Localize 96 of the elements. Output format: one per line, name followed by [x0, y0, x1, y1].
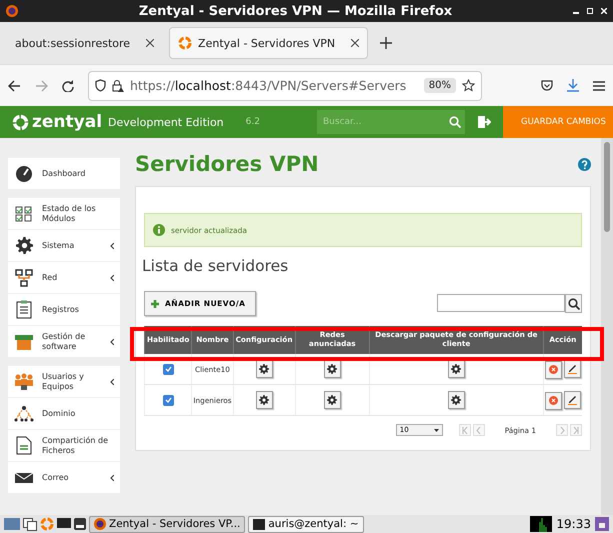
star-icon[interactable] [462, 79, 475, 92]
search-icon [449, 116, 461, 128]
drive-icon[interactable] [74, 518, 86, 530]
last-page-icon [573, 426, 579, 434]
lock-warning-icon [112, 79, 124, 92]
sidebar-item[interactable]: Red [8, 262, 120, 293]
settings-button[interactable] [324, 360, 341, 378]
delete-button[interactable] [544, 360, 562, 378]
users-icon [14, 372, 34, 390]
shield-icon [95, 79, 106, 92]
close-icon[interactable] [351, 39, 360, 47]
gauge-icon [15, 164, 33, 182]
ring-logo-icon [12, 114, 29, 130]
gear-icon [451, 395, 462, 405]
zoom-level[interactable]: 80% [424, 78, 456, 93]
monitor-icon[interactable] [57, 518, 71, 530]
sidebar-item[interactable]: Dominio [8, 398, 120, 429]
checkbox[interactable] [162, 364, 174, 374]
pencil-icon [566, 363, 578, 374]
delete-icon [548, 365, 558, 374]
browser-logo-icon [94, 518, 106, 530]
close-icon[interactable] [146, 39, 154, 47]
delete-icon [548, 396, 558, 405]
download-icon[interactable] [567, 79, 579, 92]
sidebar-item[interactable]: Estado de los Módulos [8, 198, 120, 229]
gear-icon [327, 364, 338, 374]
window-title: Zentyal - Servidores VPN — Mozilla Firefox [138, 4, 454, 18]
box-icon [15, 332, 33, 350]
lock-icon[interactable] [595, 517, 609, 531]
brand-name: zentyal [32, 112, 102, 132]
logout-icon[interactable] [477, 115, 491, 129]
chevron-left-icon [476, 426, 482, 434]
sidebar-item[interactable]: Compartición de Ficheros [8, 430, 120, 461]
clipboard-icon [16, 300, 32, 319]
search-button[interactable] [565, 294, 582, 313]
browser-tab[interactable]: Zentyal - Servidores VPN [169, 27, 368, 59]
edition-label: Development Edition [108, 116, 224, 128]
version-label: 6.2 [246, 117, 260, 127]
plus-icon[interactable] [380, 37, 392, 49]
network-icon [15, 268, 33, 286]
checkbox[interactable] [162, 394, 174, 406]
terminal-icon [253, 518, 266, 530]
section-title: Lista de servidores [142, 257, 290, 275]
url-text: https://localhost:8443/VPN/Servers#Servers [130, 78, 406, 93]
windows-icon[interactable] [23, 518, 37, 530]
sidebar-item[interactable]: Sistema [8, 230, 120, 261]
gear-icon [259, 395, 270, 405]
gear-icon [259, 364, 270, 374]
search-icon [568, 298, 580, 310]
download-settings-button[interactable] [448, 391, 465, 409]
search-field[interactable] [437, 294, 565, 312]
file-icon [16, 436, 32, 455]
taskbar-button[interactable]: auris@zentyal: ~ [248, 516, 364, 532]
scrollbar[interactable] [601, 138, 613, 515]
tree-icon [14, 404, 34, 422]
info-icon [153, 224, 165, 236]
pencil-icon [566, 394, 578, 405]
chevron-left-icon [110, 242, 114, 248]
dropdown-caret-icon [434, 428, 439, 432]
ring-icon [178, 36, 192, 50]
gear-icon [16, 237, 32, 254]
reload-icon[interactable] [62, 80, 74, 92]
taskbar-button[interactable]: Zentyal - Servidores VP... [89, 516, 246, 532]
browser-tab[interactable]: about:sessionrestore [6, 27, 164, 59]
sidebar-item[interactable]: Gestión de software [8, 326, 120, 357]
settings-button[interactable] [256, 391, 273, 409]
sidebar-item[interactable]: Usuarios y Equipos [8, 366, 120, 397]
page-title: Servidores VPN [135, 152, 319, 176]
edit-button[interactable] [564, 390, 581, 408]
gear-icon [451, 364, 462, 374]
menu-icon[interactable] [593, 80, 605, 90]
chevron-left-icon [110, 474, 114, 480]
chevron-left-icon [110, 274, 114, 280]
pocket-icon[interactable] [541, 80, 553, 92]
back-arrow-icon[interactable] [8, 80, 21, 92]
chevron-left-icon [110, 378, 114, 384]
address-bar[interactable]: https://localhost:8443/VPN/Servers#Servers 80% [88, 70, 482, 100]
plus-icon [151, 300, 159, 308]
clock: 19:33 [556, 517, 591, 531]
gear-icon [327, 395, 338, 405]
delete-button[interactable] [544, 392, 562, 410]
browser-logo-icon [6, 5, 18, 17]
sidebar-item[interactable]: Registros [8, 294, 120, 325]
first-page-icon [462, 426, 468, 434]
checkboxes-icon [15, 206, 33, 222]
settings-button[interactable] [256, 360, 273, 378]
cpu-graph-icon [530, 516, 552, 532]
restore-icon[interactable] [587, 8, 593, 14]
settings-button[interactable] [324, 391, 341, 409]
chevron-right-icon [560, 426, 564, 434]
download-settings-button[interactable] [448, 360, 465, 378]
sidebar-item[interactable]: Dashboard [8, 158, 120, 189]
chevron-left-icon [110, 338, 114, 344]
sidebar-item[interactable]: Correo [8, 462, 120, 493]
envelope-icon [15, 472, 33, 482]
help-icon[interactable] [578, 158, 591, 170]
